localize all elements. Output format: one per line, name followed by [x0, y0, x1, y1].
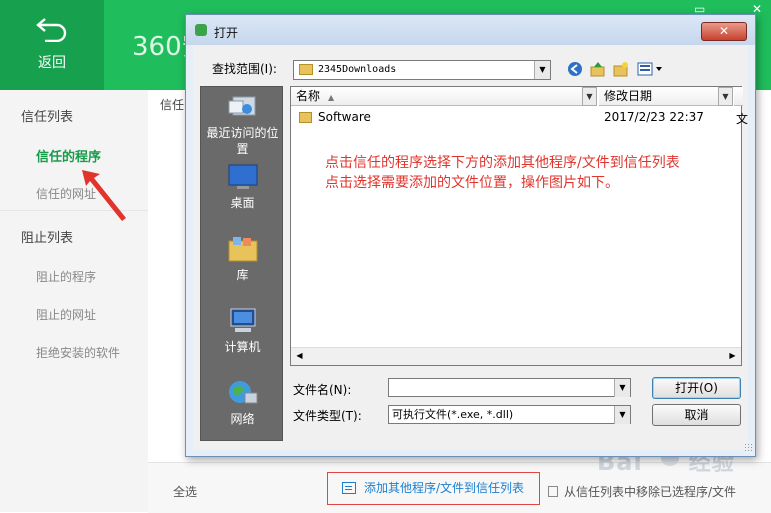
dialog-titlebar: 打开 ✕ — [186, 15, 755, 45]
filetype-select[interactable]: 可执行文件(*.exe, *.dll) ▼ — [388, 405, 631, 424]
add-list-icon — [342, 482, 356, 494]
back-button[interactable]: 返回 — [0, 0, 104, 90]
place-network-label: 网络 — [230, 412, 255, 426]
open-button[interactable]: 打开(O) — [652, 377, 741, 399]
place-computer[interactable]: 计算机 — [201, 307, 284, 355]
annotation-line-1: 点击信任的程序选择下方的添加其他程序/文件到信任列表 — [325, 155, 680, 171]
annotation-line-2: 点击选择需要添加的文件位置，操作图片如下。 — [325, 175, 619, 191]
filename-input[interactable]: ▼ — [388, 378, 631, 397]
places-bar: 最近访问的位置 桌面 库 计算机 网络 — [200, 86, 283, 441]
content-header-label: 信任 — [160, 98, 185, 112]
column-header-date[interactable]: 修改日期 — [599, 87, 721, 106]
column-header-name[interactable]: 名称 ▲ — [291, 87, 584, 106]
red-arrow-annotation-icon — [82, 170, 126, 221]
column-name-label: 名称 — [296, 89, 321, 103]
annotation-text: 点击信任的程序选择下方的添加其他程序/文件到信任列表 点击选择需要添加的文件位置… — [325, 153, 680, 193]
chevron-down-icon[interactable]: ▼ — [534, 61, 550, 79]
lookin-value: 2345Downloads — [318, 64, 397, 75]
dialog-close-button[interactable]: ✕ — [701, 22, 747, 41]
column-date-label: 修改日期 — [604, 89, 653, 103]
filetype-label: 文件类型(T): — [293, 409, 362, 423]
add-to-trust-list-button[interactable]: 添加其他程序/文件到信任列表 — [327, 472, 540, 505]
column-header-extra — [734, 87, 743, 106]
file-list[interactable]: 名称 ▲ ▼ 修改日期 ▼ Software 2017/2/23 22:37 文 … — [290, 86, 748, 366]
place-library-label: 库 — [236, 268, 249, 282]
resize-grip-icon[interactable] — [744, 443, 753, 452]
sidebar-item-refused-installs[interactable]: 拒绝安装的软件 — [36, 344, 120, 361]
sidebar-item-blocked-programs[interactable]: 阻止的程序 — [36, 268, 96, 285]
place-desktop-label: 桌面 — [230, 196, 255, 210]
place-recent[interactable]: 最近访问的位置 — [201, 93, 284, 157]
up-folder-icon[interactable] — [590, 61, 606, 77]
add-to-trust-list-label: 添加其他程序/文件到信任列表 — [364, 481, 525, 495]
desktop-icon — [228, 164, 257, 189]
horizontal-scrollbar[interactable]: ◀ ▶ — [291, 347, 741, 365]
filename-label: 文件名(N): — [293, 383, 352, 397]
network-globe-icon — [228, 381, 257, 404]
cancel-button[interactable]: 取消 — [652, 404, 741, 426]
chevron-down-icon[interactable]: ▼ — [614, 406, 630, 424]
lookin-combobox[interactable]: 2345Downloads ▼ — [293, 60, 551, 80]
computer-icon — [230, 308, 255, 332]
file-name-cell: Software — [318, 110, 371, 124]
remove-from-trust-list-button[interactable]: 从信任列表中移除已选程序/文件 — [548, 483, 736, 500]
file-date-cell: 2017/2/23 22:37 — [604, 110, 704, 124]
file-extra-cell: 文 — [736, 112, 749, 126]
back-arrow-icon — [36, 18, 67, 42]
table-row[interactable]: Software 2017/2/23 22:37 文 — [291, 109, 748, 127]
shield-icon — [195, 24, 207, 36]
sidebar: 信任列表 信任的程序 信任的网址 阻止列表 阻止的程序 阻止的网址 拒绝安装的软… — [0, 90, 148, 512]
place-desktop[interactable]: 桌面 — [201, 163, 284, 211]
sidebar-item-trusted-programs[interactable]: 信任的程序 — [36, 146, 101, 165]
new-folder-icon[interactable] — [613, 61, 629, 77]
column-date-dropdown-icon[interactable]: ▼ — [718, 87, 733, 106]
sidebar-item-blocked-urls[interactable]: 阻止的网址 — [36, 306, 96, 323]
scroll-right-icon[interactable]: ▶ — [724, 348, 741, 364]
view-menu-icon[interactable] — [637, 61, 665, 77]
scroll-left-icon[interactable]: ◀ — [291, 348, 308, 364]
remove-label: 从信任列表中移除已选程序/文件 — [564, 485, 737, 499]
place-computer-label: 计算机 — [224, 340, 261, 354]
recent-places-icon — [228, 96, 255, 116]
dialog-title: 打开 — [214, 26, 239, 40]
block-list-header: 阻止列表 — [21, 231, 74, 246]
library-icon — [228, 237, 257, 262]
trust-list-header: 信任列表 — [21, 110, 74, 125]
place-recent-label: 最近访问的位置 — [206, 126, 279, 156]
select-all-button[interactable]: 全选 — [173, 483, 197, 500]
folder-icon — [299, 112, 312, 123]
back-nav-icon[interactable] — [567, 61, 583, 77]
trash-icon — [548, 486, 558, 497]
filetype-value: 可执行文件(*.exe, *.dll) — [392, 408, 514, 421]
place-library[interactable]: 库 — [201, 235, 284, 283]
place-network[interactable]: 网络 — [201, 379, 284, 427]
sort-asc-icon: ▲ — [328, 93, 335, 102]
lookin-label: 查找范围(I): — [212, 62, 277, 76]
folder-icon — [299, 64, 313, 75]
chevron-down-icon[interactable]: ▼ — [614, 379, 630, 397]
column-name-dropdown-icon[interactable]: ▼ — [582, 87, 597, 106]
back-label: 返回 — [38, 55, 66, 71]
